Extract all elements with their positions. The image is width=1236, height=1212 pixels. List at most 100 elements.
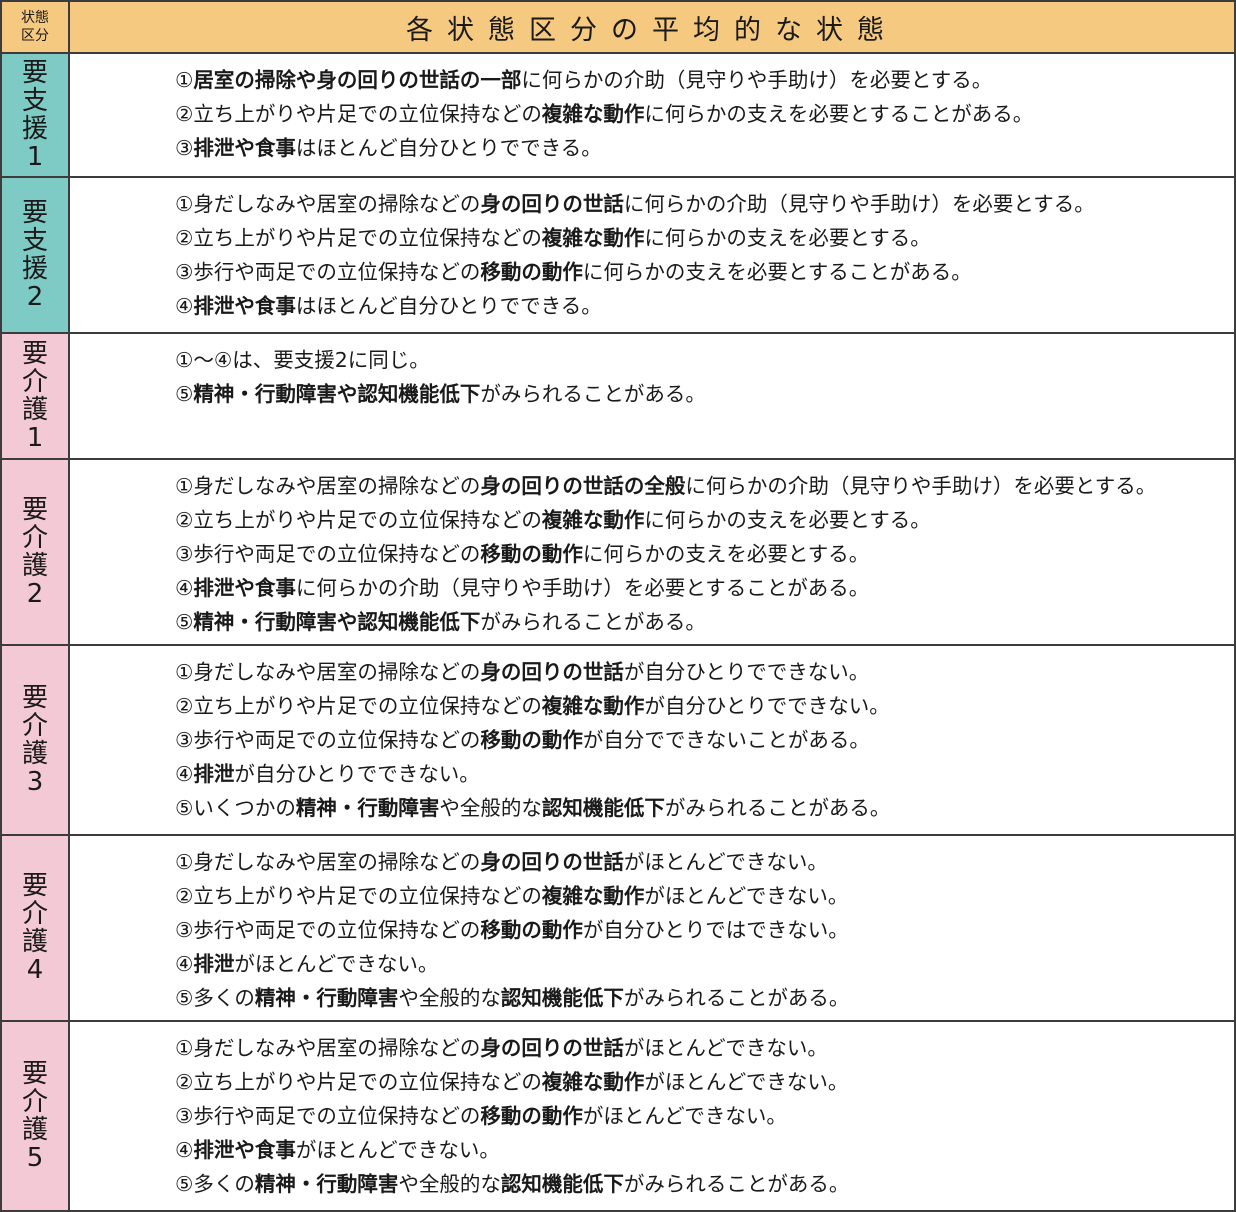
level-char: 3 <box>26 767 44 797</box>
description-line: ②立ち上がりや片足での立位保持などの複雑な動作がほとんどできない。 <box>175 1065 1233 1099</box>
level-cell: 要介護2 <box>0 458 70 646</box>
table-row: 要介護 1 ①～④は、要支援2に同じ。 ⑤精神・行動障害や認知機能低下がみられることが… <box>0 332 1236 460</box>
description-line: ④排泄や食事がほとんどできない。 <box>175 1133 1233 1167</box>
emphasis-text: 複雑な動作 <box>541 1070 645 1094</box>
emphasis-text: 複雑な動作 <box>541 508 645 532</box>
table-title: 各状態区分の平均的な状態 <box>68 0 1236 54</box>
description-line: ⑤多くの精神・行動障害や全般的な認知機能低下がみられることがある。 <box>175 1167 1233 1201</box>
emphasis-text: 認知機能低下 <box>500 986 624 1010</box>
emphasis-text: 移動の動作 <box>480 1104 583 1128</box>
line-text: が自分ひとりでできない。 <box>644 694 890 718</box>
category-header: 状態 区分 <box>0 0 70 54</box>
emphasis-text: 認知機能低下 <box>541 796 665 820</box>
level-char: 要 <box>21 198 48 228</box>
description-line: ⑤いくつかの精神・行動障害や全般的な認知機能低下がみられることがある。 <box>175 791 1233 825</box>
line-text: ②立ち上がりや片足での立位保持などの <box>175 1070 542 1094</box>
table-row: 要支援 1 ①居室の掃除や身の回りの世話の一部に何らかの介助（見守りや手助け）を必要… <box>0 52 1236 178</box>
line-text: がほとんどできない。 <box>623 1036 828 1060</box>
emphasis-text: 移動の動作 <box>480 728 583 752</box>
table-row: 要介護 3 ①身だしなみや居室の掃除などの身の回りの世話が自分ひとりでできない。 ②立… <box>0 644 1236 836</box>
emphasis-text: 移動の動作 <box>480 260 583 284</box>
table-body: 状態 区分 各状態区分の平均的な状態 要支援 1 ①居室の掃除や身の回りの世話の一部… <box>0 0 1236 1212</box>
emphasis-text: 複雑な動作 <box>541 226 645 250</box>
description-line: ③歩行や両足での立位保持などの移動の動作がほとんどできない。 <box>175 1099 1233 1133</box>
level-cell: 要支援2 <box>0 176 70 334</box>
line-text: ④ <box>175 762 194 786</box>
emphasis-text: 身の回りの世話 <box>480 192 624 216</box>
line-text: に何らかの介助（見守りや手助け）を必要とする。 <box>521 68 993 92</box>
line-text: がみられることがある。 <box>623 986 850 1010</box>
line-text: ③歩行や両足での立位保持などの <box>175 1104 481 1128</box>
level-char: 4 <box>26 955 44 985</box>
emphasis-text: 精神・行動障害 <box>254 1172 399 1196</box>
line-text: がほとんどできない。 <box>644 884 849 908</box>
line-text: ②立ち上がりや片足での立位保持などの <box>175 226 542 250</box>
table-row: 要介護 2 ①身だしなみや居室の掃除などの身の回りの世話の全般に何らかの介助（見守り… <box>0 458 1236 646</box>
level-cell: 要介護4 <box>0 834 70 1022</box>
line-text: ③ <box>175 136 194 160</box>
line-text: ③歩行や両足での立位保持などの <box>175 918 481 942</box>
line-text: ①～④は、要支援2に同じ。 <box>175 348 430 372</box>
line-text: に何らかの介助（見守りや手助け）を必要とすることがある。 <box>295 576 870 600</box>
line-text: が自分ひとりではできない。 <box>582 918 849 942</box>
level-char: 要 <box>21 495 48 525</box>
line-text: ③歩行や両足での立位保持などの <box>175 542 481 566</box>
level-cell: 要支援1 <box>0 52 70 178</box>
line-text: がみられることがある。 <box>664 796 891 820</box>
description-line: ⑤多くの精神・行動障害や全般的な認知機能低下がみられることがある。 <box>175 981 1233 1015</box>
emphasis-text: 精神・行動障害や認知機能低下 <box>193 382 481 406</box>
emphasis-text: 精神・行動障害や認知機能低下 <box>193 610 481 634</box>
emphasis-text: 移動の動作 <box>480 542 583 566</box>
emphasis-text: 身の回りの世話の全般 <box>480 474 686 498</box>
category-header-line2: 区分 <box>21 28 49 44</box>
level-char: 介 <box>21 367 48 397</box>
line-text: ③歩行や両足での立位保持などの <box>175 728 481 752</box>
level-char: 介 <box>21 899 48 929</box>
line-text: ④ <box>175 1138 194 1162</box>
description-line: ③排泄や食事はほとんど自分ひとりでできる。 <box>175 131 1233 165</box>
line-text: はほとんど自分ひとりでできる。 <box>295 294 602 318</box>
line-text: ⑤多くの <box>175 1172 255 1196</box>
level-char: 要 <box>21 339 48 369</box>
line-text: がほとんどできない。 <box>295 1138 500 1162</box>
description-cell: ①身だしなみや居室の掃除などの身の回りの世話に何らかの介助（見守りや手助け）を必… <box>68 176 1236 334</box>
category-header-line1: 状態 <box>21 10 49 26</box>
line-text: ①身だしなみや居室の掃除などの <box>175 850 481 874</box>
level-char: 護 <box>21 739 48 769</box>
line-text: に何らかの介助（見守りや手助け）を必要とする。 <box>685 474 1157 498</box>
level-char: 要 <box>21 58 48 88</box>
emphasis-text: 複雑な動作 <box>541 884 645 908</box>
description-line: ①～④は、要支援2に同じ。 <box>175 343 1233 377</box>
table-row: 要介護 5 ①身だしなみや居室の掃除などの身の回りの世話がほとんどできない。 ②立ち上… <box>0 1020 1236 1212</box>
description-line: ①居室の掃除や身の回りの世話の一部に何らかの介助（見守りや手助け）を必要とする。 <box>175 63 1233 97</box>
line-text: がほとんどできない。 <box>623 850 828 874</box>
line-text: ④ <box>175 576 194 600</box>
line-text: ④ <box>175 294 194 318</box>
level-char: 支 <box>21 226 48 256</box>
emphasis-text: 排泄 <box>193 952 235 976</box>
description-cell: ①身だしなみや居室の掃除などの身の回りの世話がほとんどできない。 ②立ち上がりや片… <box>68 834 1236 1022</box>
level-char: 要 <box>21 1059 48 1089</box>
description-line: ①身だしなみや居室の掃除などの身の回りの世話がほとんどできない。 <box>175 1031 1233 1065</box>
level-char: 護 <box>21 927 48 957</box>
line-text: や全般的な <box>439 796 542 820</box>
description-line: ①身だしなみや居室の掃除などの身の回りの世話に何らかの介助（見守りや手助け）を必… <box>175 187 1233 221</box>
emphasis-text: 排泄や食事 <box>193 136 296 160</box>
level-char: 護 <box>21 551 48 581</box>
emphasis-text: 身の回りの世話 <box>480 850 624 874</box>
level-char: 要 <box>21 871 48 901</box>
line-text: ①身だしなみや居室の掃除などの <box>175 1036 481 1060</box>
description-line: ④排泄が自分ひとりでできない。 <box>175 757 1233 791</box>
line-text: がほとんどできない。 <box>234 952 439 976</box>
description-line: ①身だしなみや居室の掃除などの身の回りの世話の全般に何らかの介助（見守りや手助け… <box>175 469 1233 503</box>
line-text: ①身だしなみや居室の掃除などの <box>175 660 481 684</box>
description-line: ③歩行や両足での立位保持などの移動の動作に何らかの支えを必要とする。 <box>175 537 1233 571</box>
level-cell: 要介護3 <box>0 644 70 836</box>
emphasis-text: 移動の動作 <box>480 918 583 942</box>
line-text: や全般的な <box>398 986 501 1010</box>
level-char: 介 <box>21 1087 48 1117</box>
level-char: 支 <box>21 86 48 116</box>
care-level-table: 状態 区分 各状態区分の平均的な状態 要支援 1 ①居室の掃除や身の回りの世話の一部… <box>0 0 1236 1212</box>
line-text: に何らかの支えを必要とする。 <box>644 508 931 532</box>
description-line: ②立ち上がりや片足での立位保持などの複雑な動作に何らかの支えを必要とする。 <box>175 221 1233 255</box>
